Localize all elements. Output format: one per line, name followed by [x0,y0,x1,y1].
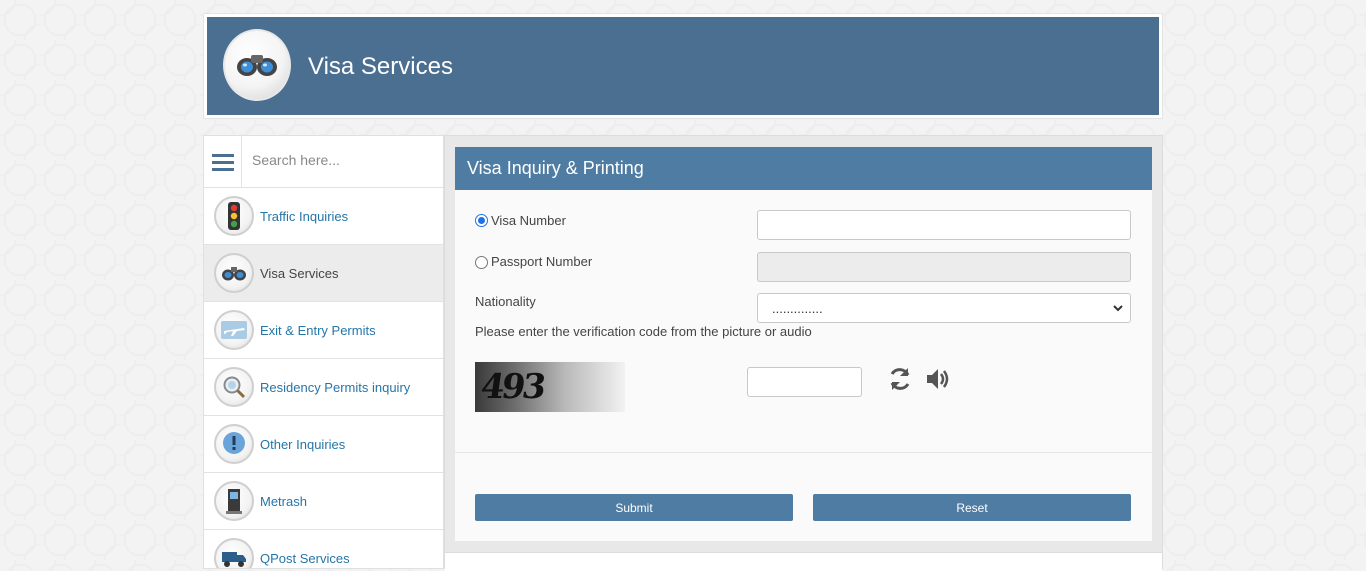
visa-number-label: Visa Number [491,213,566,228]
speaker-icon[interactable] [925,366,951,395]
sidebar-search-input[interactable] [242,136,443,184]
nationality-select[interactable]: .............. [757,293,1131,323]
delivery-truck-icon [214,538,254,568]
captcha-text: 493 [478,367,546,407]
sidebar-item-metrash[interactable]: Metrash [204,473,443,530]
sidebar-item-label: Visa Services [260,265,339,281]
main-footer-strip [445,552,1162,571]
binoculars-icon [214,253,254,293]
reset-button[interactable]: Reset [813,494,1131,521]
main-content: Visa Inquiry & Printing Visa Number Pass… [444,135,1163,571]
sidebar-item-visa-services[interactable]: Visa Services [204,245,443,302]
header-container: Visa Services [203,13,1163,119]
chevron-down-icon [1112,302,1124,317]
form-divider [455,452,1152,453]
sidebar-item-residency-permits[interactable]: Residency Permits inquiry [204,359,443,416]
sidebar-item-label: QPost Services [260,550,350,566]
traffic-light-icon [214,196,254,236]
sidebar-search-row [204,136,443,188]
captcha-image: 493 [475,362,625,412]
sidebar-item-label: Exit & Entry Permits [260,322,376,338]
binoculars-icon [223,29,291,101]
sidebar-item-label: Other Inquiries [260,436,346,452]
passport-number-radio[interactable] [475,256,488,269]
sidebar-item-other-inquiries[interactable]: Other Inquiries [204,416,443,473]
sidebar-item-exit-entry-permits[interactable]: Exit & Entry Permits [204,302,443,359]
nationality-label: Nationality [475,294,536,309]
nationality-selected-value: .............. [772,300,823,316]
panel-title: Visa Inquiry & Printing [455,147,1152,190]
sidebar-item-label: Residency Permits inquiry [260,379,411,395]
hamburger-menu-icon[interactable] [204,136,242,187]
sidebar-item-label: Traffic Inquiries [260,208,349,224]
kiosk-icon [214,481,254,521]
visa-inquiry-panel: Visa Inquiry & Printing Visa Number Pass… [455,147,1152,541]
captcha-input[interactable] [747,367,862,397]
sidebar-item-qpost-services[interactable]: QPost Services [204,530,443,568]
visa-number-radio[interactable] [475,214,488,227]
submit-button[interactable]: Submit [475,494,793,521]
visa-number-input[interactable] [757,210,1131,240]
magnifier-globe-icon [214,367,254,407]
passport-number-label: Passport Number [491,254,593,269]
sidebar: Traffic Inquiries Visa Services Exit & E… [203,135,444,569]
captcha-instruction: Please enter the verification code from … [475,324,812,339]
sidebar-item-label: Metrash [260,493,307,509]
exclamation-bubble-icon [214,424,254,464]
header-banner: Visa Services [207,17,1159,115]
sidebar-item-traffic-inquiries[interactable]: Traffic Inquiries [204,188,443,245]
refresh-icon[interactable] [887,366,913,395]
airplane-icon [214,310,254,350]
page-title: Visa Services [308,53,453,80]
passport-number-input[interactable] [757,252,1131,282]
